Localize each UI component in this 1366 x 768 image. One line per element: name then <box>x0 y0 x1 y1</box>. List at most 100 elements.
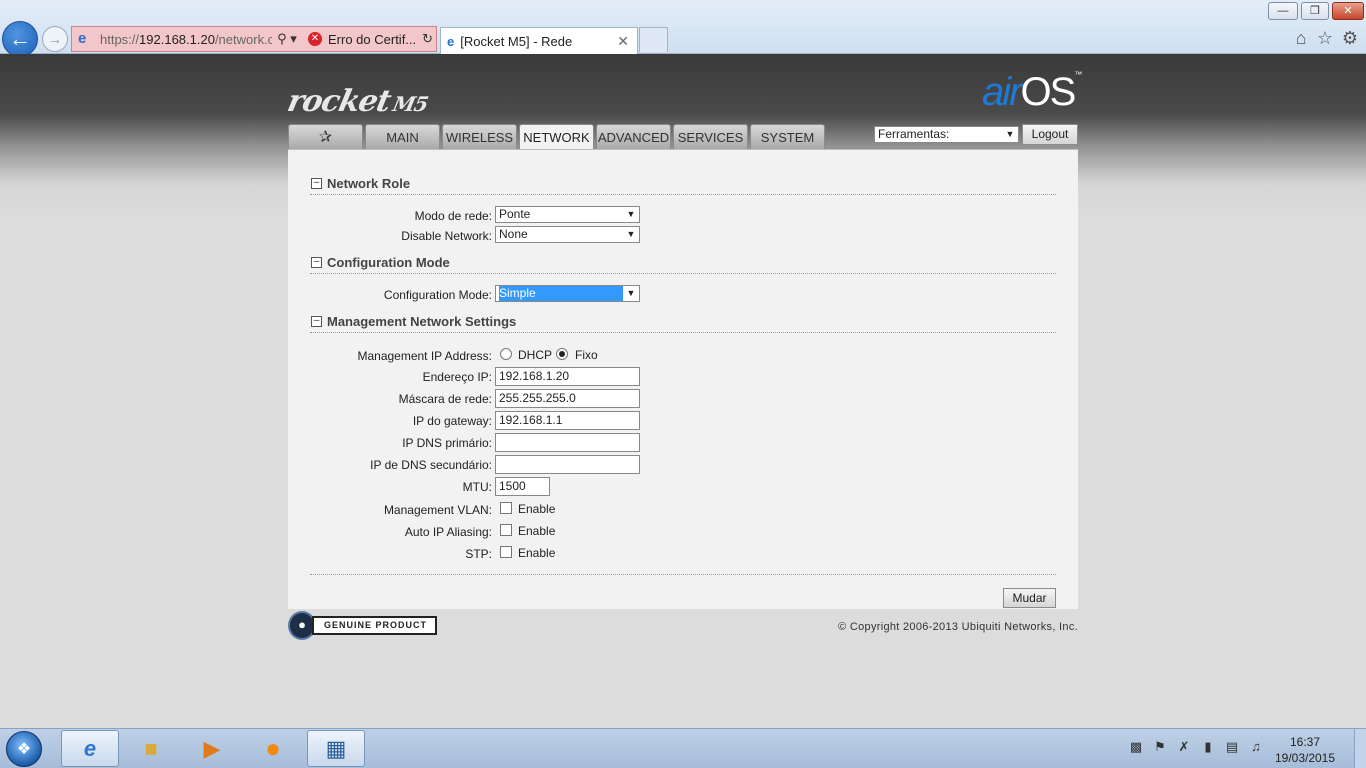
search-icon[interactable]: ⚲ ▾ <box>272 31 302 47</box>
certificate-error-label[interactable]: Erro do Certif... <box>328 32 416 47</box>
start-button[interactable]: ❖ <box>6 731 42 767</box>
disable-network-select[interactable]: None ▼ <box>495 226 640 243</box>
close-window-button[interactable]: ✕ <box>1332 2 1364 20</box>
management-vlan-enable-label: Enable <box>518 502 556 516</box>
row-disable-network: Disable Network: None ▼ <box>288 226 1078 246</box>
favorites-star-icon[interactable]: ☆ <box>1315 28 1335 48</box>
tray-wifi-icon[interactable]: ▤ <box>1224 739 1240 755</box>
forward-button[interactable]: → <box>42 26 68 52</box>
mtu-input[interactable]: 1500 <box>495 477 550 496</box>
ie-page-icon: e <box>78 30 87 47</box>
taskbar-control-panel[interactable]: ▦ <box>307 730 365 767</box>
control-panel-icon: ▦ <box>325 735 347 761</box>
chevron-down-icon: ▼ <box>626 288 636 298</box>
section-management-network: – Management Network Settings <box>310 313 1056 333</box>
refresh-icon[interactable]: ↻ <box>422 31 433 47</box>
secondary-dns-input[interactable] <box>495 455 640 474</box>
tab-network[interactable]: NETWORK <box>519 124 594 150</box>
gear-icon[interactable]: ⚙ <box>1340 28 1360 48</box>
netmask-label: Máscara de rede: <box>398 392 492 406</box>
disable-network-value: None <box>499 227 528 241</box>
back-button[interactable]: ← <box>2 21 38 57</box>
home-icon[interactable]: ⌂ <box>1291 28 1311 48</box>
taskbar-clock[interactable]: 16:37 19/03/2015 <box>1270 734 1340 766</box>
tab-system[interactable]: SYSTEM <box>750 124 825 149</box>
browser-chrome: ← → e https://192.168.1.20/network.cgi ⚲… <box>0 0 1366 57</box>
netmask-input[interactable]: 255.255.255.0 <box>495 389 640 408</box>
address-bar[interactable]: e https://192.168.1.20/network.cgi ⚲ ▾ ✕… <box>71 26 437 52</box>
windows-logo-icon: ❖ <box>16 741 32 758</box>
main-nav-tabs: ✰ MAIN WIRELESS NETWORK ADVANCED SERVICE… <box>288 124 827 150</box>
tray-volume-icon[interactable]: ♫ <box>1248 739 1264 755</box>
tools-dropdown[interactable]: Ferramentas: ▼ <box>874 126 1019 143</box>
windows-taskbar: ❖ e ■ ▶ ● ▦ ▩ ⚑ ✗ ▮ ▤ ♫ 16:37 19/03/2015 <box>0 728 1366 768</box>
tab-main[interactable]: MAIN <box>365 124 440 149</box>
tray-battery-icon[interactable]: ▮ <box>1200 739 1216 755</box>
collapse-icon[interactable]: – <box>311 316 322 327</box>
row-management-ip: Management IP Address: DHCP Fixo <box>288 346 1078 366</box>
gateway-input[interactable]: 192.168.1.1 <box>495 411 640 430</box>
apply-button[interactable]: Mudar <box>1003 588 1056 608</box>
folder-icon: ■ <box>144 735 158 761</box>
auto-ip-aliasing-checkbox[interactable] <box>500 524 512 536</box>
gateway-label: IP do gateway: <box>412 414 492 428</box>
row-gateway: IP do gateway: 192.168.1.1 <box>288 411 1078 431</box>
row-mtu: MTU: 1500 <box>288 477 1078 497</box>
collapse-icon[interactable]: – <box>311 257 322 268</box>
row-network-mode: Modo de rede: Ponte ▼ <box>288 206 1078 226</box>
stp-enable-label: Enable <box>518 546 556 560</box>
primary-dns-label: IP DNS primário: <box>402 436 492 450</box>
taskbar-file-explorer[interactable]: ■ <box>122 730 180 767</box>
stp-checkbox[interactable] <box>500 546 512 558</box>
orange-app-icon: ● <box>265 733 281 763</box>
new-tab-button[interactable] <box>639 27 668 52</box>
tab-close-icon[interactable]: ✕ <box>617 33 629 50</box>
disable-network-label: Disable Network: <box>401 229 492 243</box>
url-text[interactable]: https://192.168.1.20/network.cgi <box>100 32 272 47</box>
tab-ubiquiti-logo[interactable]: ✰ <box>288 124 363 149</box>
internet-explorer-icon: e <box>83 735 97 761</box>
tab-services[interactable]: SERVICES <box>673 124 748 149</box>
fixed-radio[interactable] <box>556 348 568 360</box>
genuine-product-badge: ● GENUINE PRODUCT <box>288 611 446 640</box>
tray-network-icon[interactable]: ▩ <box>1128 739 1144 755</box>
mtu-label: MTU: <box>462 480 492 494</box>
media-player-icon: ▶ <box>203 735 221 761</box>
primary-dns-input[interactable] <box>495 433 640 452</box>
certificate-error-icon[interactable]: ✕ <box>308 32 322 46</box>
clock-date: 19/03/2015 <box>1274 751 1336 765</box>
airos-page: rocketM5 airOS™ ✰ MAIN WIRELESS NETWORK … <box>0 54 1366 728</box>
section-configuration-mode: – Configuration Mode <box>310 254 1056 274</box>
stp-label: STP: <box>465 547 492 561</box>
network-mode-select[interactable]: Ponte ▼ <box>495 206 640 223</box>
copyright-text: © Copyright 2006-2013 Ubiquiti Networks,… <box>838 621 1078 633</box>
configuration-mode-select[interactable]: Simple ▼ <box>495 285 640 302</box>
chevron-down-icon: ▼ <box>626 209 636 219</box>
tab-advanced[interactable]: ADVANCED <box>596 124 671 149</box>
tray-shield-icon[interactable]: ✗ <box>1176 739 1192 755</box>
logout-button[interactable]: Logout <box>1022 124 1078 145</box>
auto-ip-aliasing-enable-label: Enable <box>518 524 556 538</box>
form-divider <box>310 574 1056 575</box>
taskbar-media-player[interactable]: ▶ <box>183 730 241 767</box>
row-stp: STP: Enable <box>288 544 1078 564</box>
network-settings-panel: – Network Role Modo de rede: Ponte ▼ Disa… <box>288 149 1078 609</box>
tab-wireless[interactable]: WIRELESS <box>442 124 517 149</box>
taskbar-orange-app[interactable]: ● <box>244 730 302 767</box>
management-vlan-checkbox[interactable] <box>500 502 512 514</box>
dhcp-radio[interactable] <box>500 348 512 360</box>
ip-address-input[interactable]: 192.168.1.20 <box>495 367 640 386</box>
tab-title: [Rocket M5] - Rede <box>460 33 573 49</box>
configuration-mode-label: Configuration Mode: <box>383 288 492 302</box>
section-network-role: – Network Role <box>310 175 1056 195</box>
taskbar-internet-explorer[interactable]: e <box>61 730 119 767</box>
restore-button[interactable]: ❐ <box>1301 2 1329 20</box>
management-ip-label: Management IP Address: <box>357 349 492 363</box>
tray-flag-icon[interactable]: ⚑ <box>1152 739 1168 755</box>
row-netmask: Máscara de rede: 255.255.255.0 <box>288 389 1078 409</box>
management-vlan-label: Management VLAN: <box>383 503 492 517</box>
show-desktop-button[interactable] <box>1354 729 1366 768</box>
collapse-icon[interactable]: – <box>311 178 322 189</box>
browser-tab-active[interactable]: e [Rocket M5] - Rede ✕ <box>440 27 638 54</box>
minimize-button[interactable]: — <box>1268 2 1298 20</box>
